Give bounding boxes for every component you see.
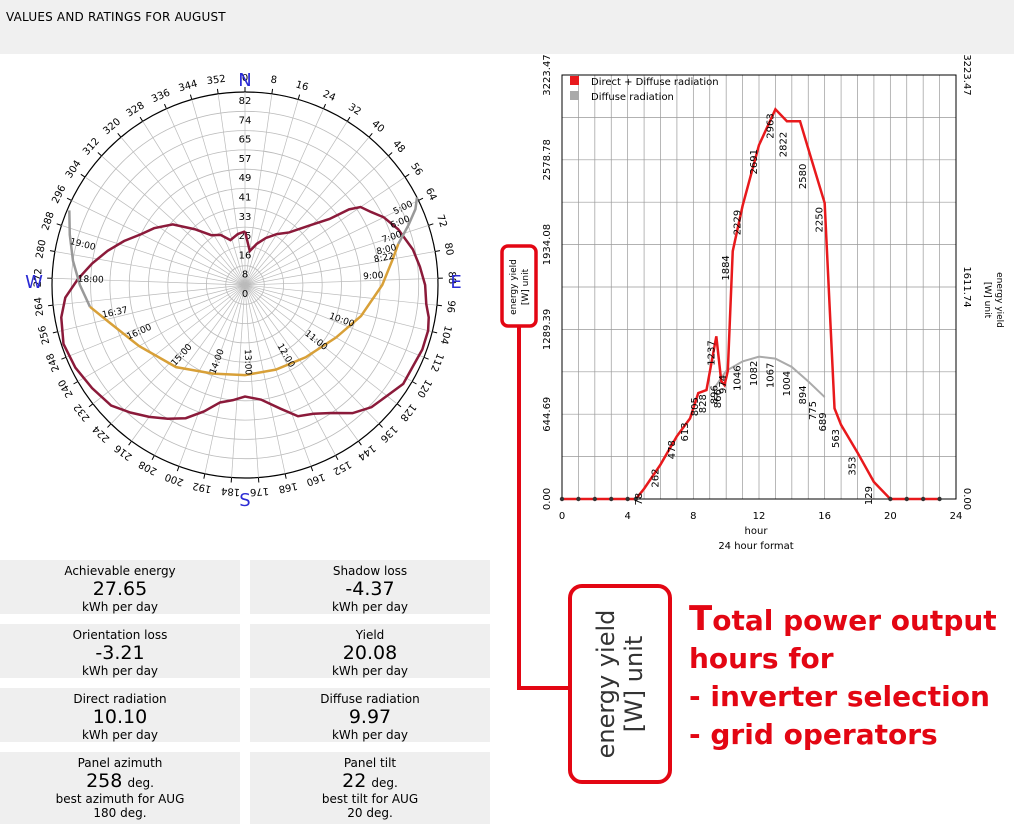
stat-value: -3.21: [95, 642, 145, 664]
zoom-callout-text: energy yield [W] unit: [592, 610, 648, 759]
stat-panel-azimuth: Panel azimuth 258 deg. best azimuth for …: [0, 752, 240, 824]
stat-yield: Yield 20.08 kWh per day: [250, 624, 490, 678]
best-label: best azimuth for AUG: [55, 792, 185, 806]
stat-label: Diffuse radiation: [320, 692, 420, 706]
annotation-line-1: otal power output: [712, 604, 997, 637]
best-label: best tilt for AUG: [321, 792, 419, 806]
stat-unit: deg.: [127, 776, 154, 790]
stat-unit: kWh per day: [81, 728, 159, 742]
stat-label: Orientation loss: [72, 628, 168, 642]
stat-label: Panel azimuth: [77, 756, 163, 770]
annotation-text: Total power output hours for - inverter …: [689, 600, 997, 754]
stat-label: Achievable energy: [64, 564, 176, 578]
stat-orientation-loss: Orientation loss -3.21 kWh per day: [0, 624, 240, 678]
zoom-line-1: energy yield: [592, 609, 620, 759]
stat-label: Shadow loss: [332, 564, 408, 578]
stat-value: -4.37: [345, 578, 395, 600]
stat-value: 258: [86, 770, 123, 792]
stat-label: Yield: [355, 628, 385, 642]
annotation-line-4: - grid operators: [689, 718, 938, 751]
connector-path: [517, 326, 568, 690]
best-unit: deg.: [120, 806, 147, 820]
zoom-line-2: [W] unit: [620, 635, 648, 733]
best-value: 20: [347, 806, 363, 820]
stat-unit: deg.: [371, 776, 398, 790]
stat-panel-tilt: Panel tilt 22 deg. best tilt for AUG 20 …: [250, 752, 490, 824]
annotation-line-3: - inverter selection: [689, 680, 990, 713]
stat-unit: kWh per day: [331, 600, 409, 614]
zoom-callout-box: energy yield [W] unit: [568, 584, 672, 784]
best-value: 180: [93, 806, 117, 820]
annotation-first-letter: T: [689, 599, 713, 639]
stat-value: 22: [342, 770, 367, 792]
stat-label: Direct radiation: [73, 692, 167, 706]
stat-unit: kWh per day: [331, 664, 409, 678]
best-unit: deg.: [366, 806, 393, 820]
stat-shadow-loss: Shadow loss -4.37 kWh per day: [250, 560, 490, 614]
stat-value: 27.65: [92, 578, 148, 600]
stat-unit: kWh per day: [81, 664, 159, 678]
stat-value: 20.08: [342, 642, 398, 664]
annotation-line-2: hours for: [689, 642, 834, 675]
stat-unit: kWh per day: [81, 600, 159, 614]
stat-label: Panel tilt: [343, 756, 397, 770]
stat-diffuse-radiation: Diffuse radiation 9.97 kWh per day: [250, 688, 490, 742]
stat-value: 9.97: [348, 706, 392, 728]
stat-value: 10.10: [92, 706, 148, 728]
stat-direct-radiation: Direct radiation 10.10 kWh per day: [0, 688, 240, 742]
stat-unit: kWh per day: [331, 728, 409, 742]
stat-achievable-energy: Achievable energy 27.65 kWh per day: [0, 560, 240, 614]
